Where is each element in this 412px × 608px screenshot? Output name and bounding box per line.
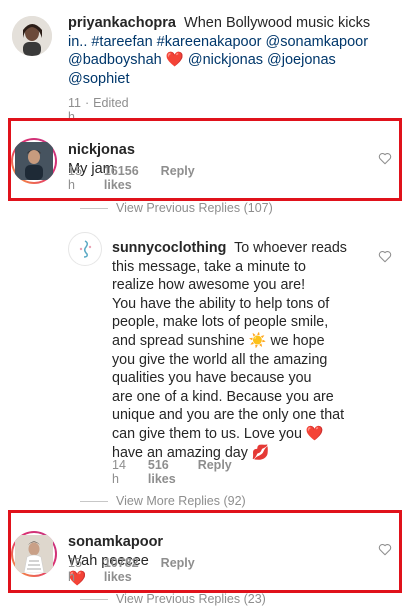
comment-text-line-3: realize how awesome you are! — [112, 277, 306, 294]
caption-username[interactable]: priyankachopra — [68, 15, 176, 31]
view-previous-replies-label[interactable]: View Previous Replies (107) — [116, 201, 273, 215]
comment-time: 14 h — [112, 458, 126, 486]
heart-icon[interactable] — [378, 250, 392, 263]
view-previous-replies-2[interactable]: View Previous Replies (23) — [80, 592, 266, 606]
caption-text-3[interactable]: @badboyshah ❤️ @nickjonas @joejonas — [68, 52, 336, 68]
comment-text-line-7: you give the world all the amazing — [112, 351, 328, 368]
comment-text-line-5: people, make lots of people smile, — [112, 314, 329, 331]
reply-button[interactable]: Reply — [198, 458, 232, 486]
avatar[interactable] — [68, 232, 102, 266]
caption-text-2[interactable]: in.. #tareefan #kareenakapoor @sonamkapo… — [68, 34, 368, 50]
comment-text-line-9: are one of a kind. Because you are — [112, 388, 334, 405]
highlight-box-nickjonas — [8, 118, 402, 201]
comment-text-line-11: can give them to us. Love you ❤️ — [112, 425, 324, 442]
comment-text-line-8: qualities you have because you — [112, 370, 312, 387]
divider — [80, 500, 108, 502]
comment-text-line-10: unique and you are the only one that — [112, 407, 345, 424]
caption-text-4[interactable]: @sophiet — [68, 71, 129, 87]
likes-count[interactable]: 516 likes — [148, 458, 176, 486]
avatar[interactable] — [12, 16, 52, 56]
highlight-box-sonamkapoor — [8, 510, 402, 593]
view-previous-replies-1[interactable]: View Previous Replies (107) — [80, 201, 273, 215]
view-more-replies-label[interactable]: View More Replies (92) — [116, 494, 246, 508]
view-previous-replies-label[interactable]: View Previous Replies (23) — [116, 592, 266, 606]
comment-text-line-6: and spread sunshine ☀️ we hope — [112, 332, 325, 349]
divider — [80, 598, 108, 600]
view-more-replies[interactable]: View More Replies (92) — [80, 494, 246, 508]
comment-text-line-4: You have the ability to help tons of — [112, 295, 330, 312]
caption-text-1: When Bollywood music kicks — [184, 15, 371, 31]
comment-text-line-2: this message, take a minute to — [112, 258, 306, 275]
divider — [80, 207, 108, 209]
comment-text-line-1: To whoever reads — [234, 240, 347, 256]
comment-username[interactable]: sunnycoclothing — [112, 240, 226, 256]
